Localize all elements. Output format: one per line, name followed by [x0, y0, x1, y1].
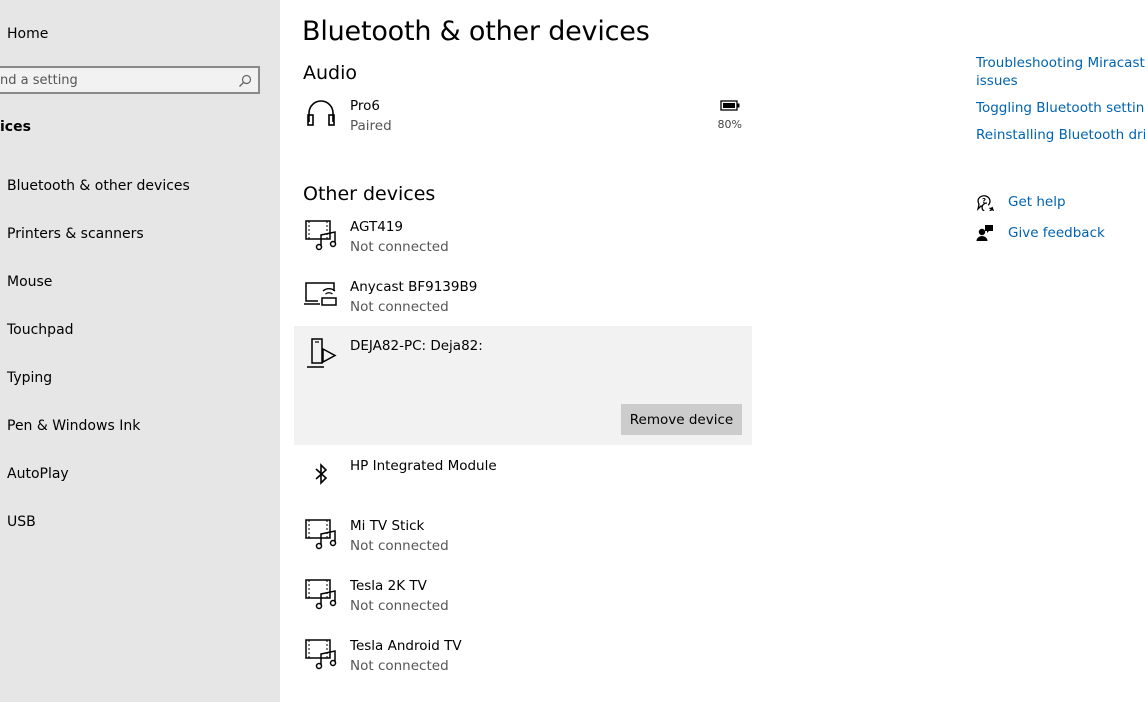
- link-troubleshooting-miracast[interactable]: Troubleshooting Miracast co: [976, 55, 1145, 71]
- device-status: Not connected: [350, 658, 449, 674]
- device-name: Anycast BF9139B9: [350, 279, 478, 295]
- audio-section-title: Audio: [303, 62, 358, 84]
- sidebar: Home nd a setting ices Bluetooth & other…: [0, 0, 280, 702]
- device-status: Not connected: [350, 538, 449, 554]
- media-device-icon: [305, 579, 337, 610]
- device-name: DEJA82-PC: Deja82:: [350, 338, 483, 354]
- sidebar-item-autoplay[interactable]: AutoPlay: [7, 466, 69, 482]
- search-box[interactable]: nd a setting: [0, 66, 260, 94]
- device-item-mi-tv-stick[interactable]: Mi TV Stick Not connected: [294, 506, 752, 566]
- home-nav-item[interactable]: Home: [7, 26, 48, 42]
- sidebar-item-usb[interactable]: USB: [7, 514, 36, 530]
- sidebar-item-typing[interactable]: Typing: [7, 370, 52, 386]
- svg-text:?: ?: [982, 197, 986, 205]
- device-name: Tesla 2K TV: [350, 578, 427, 594]
- sidebar-item-printers[interactable]: Printers & scanners: [7, 226, 144, 242]
- media-device-icon: [305, 220, 337, 251]
- device-name: Mi TV Stick: [350, 518, 425, 534]
- sidebar-item-touchpad[interactable]: Touchpad: [7, 322, 74, 338]
- device-name: Pro6: [350, 98, 381, 114]
- device-status: Not connected: [350, 299, 449, 315]
- phone-play-icon: [307, 338, 337, 368]
- device-item-pro6[interactable]: Pro6 Paired 80%: [294, 86, 752, 146]
- give-feedback-link[interactable]: Give feedback: [1008, 225, 1105, 241]
- sidebar-item-mouse[interactable]: Mouse: [7, 274, 52, 290]
- device-item-tesla-android-tv[interactable]: Tesla Android TV Not connected: [294, 626, 752, 686]
- device-status: Not connected: [350, 598, 449, 614]
- sidebar-item-pen-ink[interactable]: Pen & Windows Ink: [7, 418, 140, 434]
- device-item-deja82-pc[interactable]: DEJA82-PC: Deja82: Remove device: [294, 326, 752, 445]
- device-item-agt419[interactable]: AGT419 Not connected: [294, 207, 752, 267]
- device-status: Not connected: [350, 239, 449, 255]
- bluetooth-icon: [315, 463, 328, 485]
- other-devices-section-title: Other devices: [303, 183, 436, 205]
- link-troubleshooting-miracast-cont[interactable]: issues: [976, 73, 1018, 89]
- get-help-icon: ?: [976, 195, 994, 211]
- device-item-hp-integrated-module[interactable]: HP Integrated Module: [294, 446, 752, 506]
- device-item-tesla-2k-tv[interactable]: Tesla 2K TV Not connected: [294, 566, 752, 626]
- device-name: Tesla Android TV: [350, 638, 462, 654]
- link-toggling-bluetooth[interactable]: Toggling Bluetooth settings: [976, 100, 1145, 116]
- device-status: Paired: [350, 118, 392, 134]
- remove-device-button[interactable]: Remove device: [621, 404, 742, 435]
- device-name: AGT419: [350, 219, 403, 235]
- feedback-icon: [976, 225, 993, 241]
- media-device-icon: [305, 519, 337, 550]
- wireless-display-icon: [304, 282, 337, 306]
- device-item-anycast[interactable]: Anycast BF9139B9 Not connected: [294, 267, 752, 327]
- device-name: HP Integrated Module: [350, 458, 497, 474]
- media-device-icon: [305, 639, 337, 670]
- battery-percent: 80%: [717, 118, 742, 131]
- get-help-link[interactable]: Get help: [1008, 194, 1066, 210]
- link-reinstalling-bluetooth[interactable]: Reinstalling Bluetooth drive: [976, 127, 1145, 143]
- search-input[interactable]: nd a setting: [0, 73, 78, 88]
- page-title: Bluetooth & other devices: [302, 16, 650, 47]
- battery-indicator: 80%: [718, 96, 742, 131]
- main-content: Bluetooth & other devices Audio Pro6 Pai…: [280, 0, 1145, 702]
- headphones-icon: [307, 100, 335, 126]
- sidebar-section-devices: ices: [0, 119, 31, 135]
- battery-icon: [720, 100, 740, 111]
- search-icon[interactable]: [238, 74, 252, 88]
- sidebar-item-bluetooth[interactable]: Bluetooth & other devices: [7, 178, 190, 194]
